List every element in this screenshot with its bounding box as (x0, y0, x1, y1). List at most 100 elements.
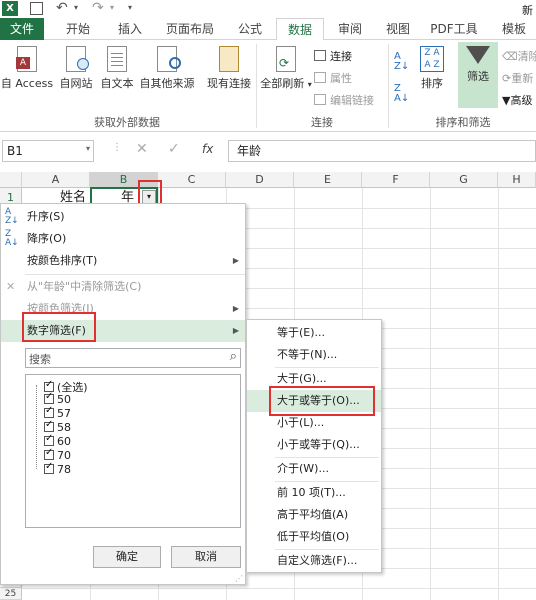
from-web-button[interactable]: 自网站 (56, 46, 96, 91)
resize-grip-icon[interactable]: ⋰ (235, 574, 243, 583)
clear-label: 清除 (517, 50, 536, 63)
existing-connections-icon (219, 46, 239, 72)
value-checklist: (全选) 50 57 58 60 70 78 (25, 374, 241, 528)
clear-button: ⌫清除 (502, 48, 536, 64)
cancel-button[interactable]: 取消 (171, 546, 241, 568)
grid-line (498, 188, 499, 600)
existing-connections-button[interactable]: 现有连接 (204, 46, 254, 91)
tab-review[interactable]: 审阅 (330, 18, 370, 40)
formula-bar: B1 ▾ ⋮ ✕ ✓ fx 年龄 (0, 140, 536, 164)
column-header[interactable]: A (22, 172, 90, 188)
filter-label: 筛选 (467, 70, 489, 83)
other-sources-icon (157, 46, 181, 72)
column-header[interactable]: H (498, 172, 536, 188)
sort-ascending-icon[interactable]: A Z↓ (394, 52, 409, 72)
advanced-button[interactable]: ▼高级 (502, 92, 532, 108)
checkbox-checked-icon[interactable] (44, 461, 54, 474)
ribbon-data: A 自 Access 自网站 自文本 自其他来源 现有连接 获取外部数据 ⟳ 全… (0, 40, 536, 132)
redo-icon[interactable]: ↷ (92, 0, 104, 16)
column-header[interactable]: G (430, 172, 498, 188)
from-other-sources-label: 自其他来源 (139, 77, 195, 90)
ok-button[interactable]: 确定 (93, 546, 161, 568)
name-box[interactable]: B1 (2, 140, 94, 162)
from-text-button[interactable]: 自文本 (98, 46, 136, 91)
more-icon: ⋮ (112, 142, 122, 153)
submenu-custom-filter[interactable]: 自定义筛选(F)... (247, 550, 381, 572)
customize-toolbar-icon[interactable]: ▾ (128, 3, 132, 12)
connections-button[interactable]: 连接 (314, 48, 384, 64)
connections-icon (314, 50, 326, 61)
checklist-item[interactable]: 78 (44, 461, 71, 476)
menu-sort-descending[interactable]: 降序(O) (1, 228, 245, 250)
refresh-dropdown-icon[interactable]: ▾ (308, 80, 312, 89)
menu-sort-by-color[interactable]: 按颜色排序(T) ▶ (1, 250, 245, 272)
edit-links-button: 编辑链接 (314, 92, 386, 108)
tab-formulas[interactable]: 公式 (228, 18, 272, 40)
checkbox-checked-icon[interactable] (44, 433, 54, 446)
checkbox-checked-icon[interactable] (44, 419, 54, 432)
column-header[interactable]: E (294, 172, 362, 188)
checkbox-checked-icon[interactable] (44, 405, 54, 418)
checklist-item-label: 57 (57, 407, 71, 420)
submenu-equals[interactable]: 等于(E)... (247, 322, 381, 344)
tab-page-layout[interactable]: 页面布局 (160, 18, 220, 40)
sort-descending-icon[interactable]: Z A↓ (394, 84, 409, 104)
group-label-get-external-data: 获取外部数据 (94, 116, 160, 129)
search-input[interactable]: 搜索 ⌕ (25, 348, 241, 368)
formula-input[interactable]: 年龄 (228, 140, 536, 162)
sort-button[interactable]: Z AA Z 排序 (414, 46, 450, 91)
column-header[interactable]: D (226, 172, 294, 188)
insert-function-icon[interactable]: fx (202, 142, 213, 156)
connections-label: 连接 (330, 50, 352, 63)
refresh-all-label: 全部刷新 (260, 77, 305, 90)
filter-button[interactable]: 筛选 (458, 42, 498, 108)
cancel-icon: ✕ (136, 141, 148, 157)
menu-sort-ascending[interactable]: 升序(S) (1, 206, 245, 228)
checkbox-checked-icon[interactable] (44, 447, 54, 460)
advanced-label: 高级 (510, 94, 533, 107)
tab-pdf-tools[interactable]: PDF工具 (424, 18, 484, 40)
undo-dropdown-icon[interactable]: ▾ (74, 3, 78, 12)
tab-home[interactable]: 开始 (56, 18, 100, 40)
select-all-corner[interactable] (0, 172, 22, 188)
submenu-above-average[interactable]: 高于平均值(A) (247, 504, 381, 526)
tab-view[interactable]: 视图 (378, 18, 418, 40)
sort-icon: Z AA Z (420, 46, 444, 72)
reapply-icon: ⟳ (502, 72, 512, 85)
tab-templates[interactable]: 模板 (492, 18, 536, 40)
tab-file[interactable]: 文件 (0, 18, 44, 40)
column-header[interactable]: C (158, 172, 226, 188)
from-access-button[interactable]: A 自 Access (0, 46, 54, 91)
tab-data[interactable]: 数据 (276, 18, 324, 41)
submenu-arrow-icon: ▶ (232, 326, 239, 335)
column-headers: A B C D E F G H (0, 172, 536, 188)
group-label-connections: 连接 (311, 116, 333, 129)
tab-insert[interactable]: 插入 (108, 18, 152, 40)
checklist-item-label: 70 (57, 449, 71, 462)
ribbon-separator (256, 44, 257, 128)
from-other-sources-button[interactable]: 自其他来源 (136, 46, 198, 91)
undo-icon[interactable]: ↶ (56, 0, 68, 16)
submenu-top-10[interactable]: 前 10 项(T)... (247, 482, 381, 504)
submenu-not-equal[interactable]: 不等于(N)... (247, 344, 381, 366)
checklist-item-label: 58 (57, 421, 71, 434)
checklist-item-label: 60 (57, 435, 71, 448)
properties-label: 属性 (330, 72, 352, 85)
filter-funnel-icon (466, 46, 490, 64)
checkbox-checked-icon[interactable] (44, 391, 54, 404)
column-header[interactable]: F (362, 172, 430, 188)
checklist-item-label: 50 (57, 393, 71, 406)
sort-label: 排序 (421, 77, 443, 90)
row-header[interactable]: 25 (0, 588, 22, 600)
web-icon (66, 46, 89, 72)
ribbon-separator (388, 44, 389, 128)
tree-line (36, 385, 37, 469)
name-box-dropdown-icon[interactable]: ▾ (86, 144, 90, 153)
submenu-between[interactable]: 介于(W)... (247, 458, 381, 480)
refresh-all-button[interactable]: ⟳ 全部刷新 ▾ (260, 46, 312, 91)
save-icon[interactable] (30, 2, 43, 15)
submenu-below-average[interactable]: 低于平均值(O) (247, 526, 381, 548)
menu-clear-filter: 从"年龄"中清除筛选(C) (27, 280, 142, 293)
submenu-less-or-equal[interactable]: 小于或等于(Q)... (247, 434, 381, 456)
redo-dropdown-icon[interactable]: ▾ (110, 3, 114, 12)
